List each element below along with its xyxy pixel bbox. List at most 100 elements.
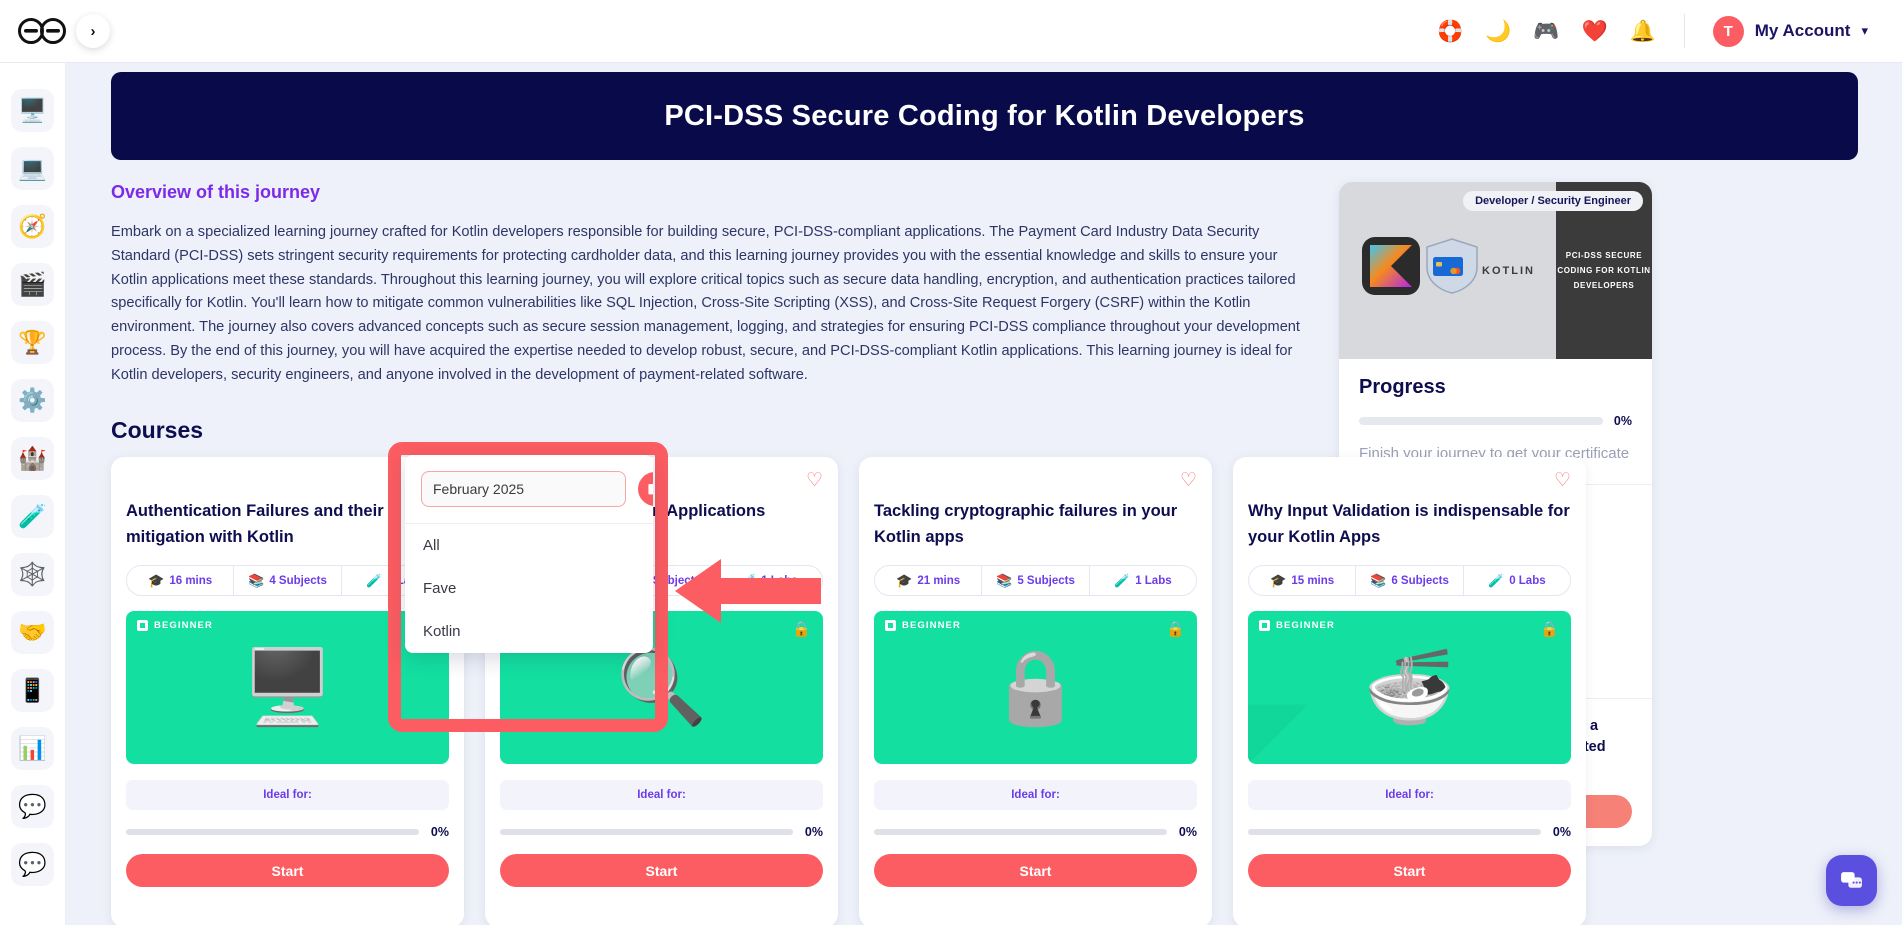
- lock-icon: 🔒: [1540, 621, 1559, 639]
- start-course-button[interactable]: Start: [1248, 854, 1571, 888]
- course-progress: 0%: [126, 825, 449, 839]
- account-label: My Account: [1754, 21, 1851, 40]
- shield-card-svg: [1426, 238, 1478, 294]
- favorite-heart-icon[interactable]: ♡: [1180, 471, 1197, 499]
- course-thumb-art: 🍜: [1364, 647, 1455, 729]
- level-square-icon: [885, 620, 896, 632]
- course-labs: 🧪 1 Labs: [1090, 566, 1196, 595]
- notifications-bell-icon[interactable]: 🔔: [1630, 21, 1656, 42]
- infinity-logo-icon[interactable]: [16, 16, 68, 46]
- sidebar-item-teams[interactable]: 🤝: [11, 611, 54, 654]
- course-progress-track: [1248, 829, 1541, 836]
- course-labs-label: 0 Labs: [1509, 574, 1546, 587]
- progress-percent: 0%: [1613, 414, 1632, 428]
- content-area: Overview of this journey Embark on a spe…: [66, 182, 1902, 925]
- start-course-button[interactable]: Start: [874, 854, 1197, 888]
- clock-icon: 🎓: [896, 572, 913, 588]
- course-progress-percent: 0%: [1178, 825, 1197, 840]
- collection-name-input[interactable]: [421, 471, 626, 507]
- course-progress-percent: 0%: [1552, 825, 1571, 840]
- course-card-list: ♡ Authentication Failures and their mitig…: [111, 457, 1586, 925]
- add-collection-button[interactable]: [638, 472, 653, 506]
- course-progress-track: [874, 829, 1167, 836]
- sidebar-item-dashboard[interactable]: 🖥️: [11, 89, 54, 132]
- overview-heading: Overview of this journey: [111, 182, 321, 202]
- course-thumb-art: 🔒: [990, 647, 1081, 729]
- sidebar-item-reports[interactable]: 📊: [11, 727, 54, 770]
- course-title: Why Input Validation is indispensable fo…: [1248, 502, 1570, 547]
- sidebar-item-achievements[interactable]: 🏆: [11, 321, 54, 364]
- sidebar: 🖥️ 💻 🧭 🎬 🏆 ⚙️ 🏰 🧪 🕸️ 🤝 📱 📊 💬 💬: [0, 63, 66, 925]
- course-thumbnail: BEGINNER 🖥️: [126, 611, 449, 765]
- start-course-button[interactable]: Start: [500, 854, 823, 888]
- course-progress: 0%: [1248, 825, 1571, 839]
- sidebar-item-support-chat[interactable]: 💬: [11, 843, 54, 886]
- level-badge: BEGINNER: [1259, 620, 1335, 632]
- discord-icon[interactable]: 🎮: [1533, 21, 1559, 42]
- course-labs-label: 1 Labs: [761, 574, 798, 587]
- course-duration: 🎓 21 mins: [875, 566, 983, 596]
- sidebar-item-explore[interactable]: 🧭: [11, 205, 54, 248]
- lab-flask-icon: 🧪: [366, 572, 383, 588]
- dark-mode-moon-icon[interactable]: 🌙: [1485, 21, 1511, 42]
- course-meta: 🎓 15 mins 📚 6 Subjects 🧪 0 Labs: [1248, 565, 1571, 597]
- top-bar: › 🛟 🌙 🎮 ❤️ 🔔 T My Account ▾: [0, 0, 1902, 63]
- page-title: PCI-DSS Secure Coding for Kotlin Develop…: [664, 99, 1305, 132]
- course-card[interactable]: ♡ Tackling cryptographic failures in your…: [859, 457, 1212, 925]
- lab-flask-icon: 🧪: [740, 572, 757, 588]
- kotlin-wordmark: KOTLIN: [1482, 264, 1535, 277]
- sidebar-collapse-toggle[interactable]: ›: [76, 14, 110, 48]
- chat-widget-button[interactable]: [1826, 855, 1877, 906]
- sidebar-item-content[interactable]: 📱: [11, 669, 54, 712]
- favorite-heart-icon[interactable]: ♡: [1554, 471, 1571, 499]
- lifebuoy-support-icon[interactable]: 🛟: [1437, 21, 1463, 42]
- card-fav-row: ♡: [874, 471, 1197, 499]
- lock-icon: 🔒: [1166, 621, 1185, 639]
- course-thumb-art: 🖥️: [242, 647, 333, 729]
- clock-icon: 🎓: [148, 572, 165, 588]
- sidebar-item-settings[interactable]: ⚙️: [11, 379, 54, 422]
- course-progress: 0%: [500, 825, 823, 839]
- lab-flask-icon: 🧪: [1488, 572, 1505, 588]
- sidebar-item-labs[interactable]: 🧪: [11, 495, 54, 538]
- favorites-heart-icon[interactable]: ❤️: [1581, 21, 1607, 42]
- chevron-right-icon: ›: [90, 22, 96, 40]
- sidebar-item-learning[interactable]: 💻: [11, 147, 54, 190]
- books-icon: 📚: [248, 572, 265, 588]
- course-duration-label: 21 mins: [917, 574, 961, 587]
- books-icon: 📚: [996, 572, 1013, 588]
- books-icon: 📚: [1370, 572, 1387, 588]
- collection-option[interactable]: Kotlin: [405, 610, 653, 653]
- course-duration: 🎓 16 mins: [127, 566, 235, 596]
- course-thumb-art: 🔍: [616, 647, 707, 729]
- infinity-logo-svg: [18, 18, 66, 44]
- collection-dropdown[interactable]: AllFaveKotlin: [405, 455, 653, 653]
- level-badge: BEGINNER: [885, 620, 961, 632]
- course-duration-label: 16 mins: [169, 574, 213, 587]
- overview-body: Embark on a specialized learning journey…: [111, 224, 1300, 383]
- courses-heading: Courses: [111, 417, 204, 444]
- account-menu[interactable]: T My Account ▾: [1712, 15, 1868, 47]
- card-fav-row: ♡: [1248, 471, 1571, 499]
- ideal-for-label: Ideal for:: [500, 780, 823, 811]
- course-subjects-label: 6 Subjects: [1391, 574, 1449, 587]
- course-progress-track: [126, 829, 419, 836]
- start-course-button[interactable]: Start: [126, 854, 449, 888]
- sidebar-item-chat[interactable]: 💬: [11, 785, 54, 828]
- level-square-icon: [1259, 620, 1270, 632]
- header-divider: [1683, 14, 1685, 48]
- lab-flask-icon: 🧪: [1114, 572, 1131, 588]
- course-meta: 🎓 21 mins 📚 5 Subjects 🧪 1 Labs: [874, 565, 1197, 597]
- favorite-heart-icon[interactable]: ♡: [806, 471, 823, 499]
- course-thumbnail: BEGINNER 🔒 🔒: [874, 611, 1197, 765]
- level-square-icon: [137, 620, 148, 632]
- collection-option[interactable]: All: [405, 524, 653, 567]
- sidebar-item-community[interactable]: 🕸️: [11, 553, 54, 596]
- course-labs: 🧪 1 Labs: [716, 566, 822, 595]
- role-badge: Developer / Security Engineer: [1463, 191, 1643, 211]
- sidebar-item-sandbox[interactable]: 🏰: [11, 437, 54, 480]
- collection-option[interactable]: Fave: [405, 567, 653, 610]
- course-card[interactable]: ♡ Why Input Validation is indispensable f…: [1233, 457, 1586, 925]
- course-duration-label: 15 mins: [1291, 574, 1335, 587]
- sidebar-item-videos[interactable]: 🎬: [11, 263, 54, 306]
